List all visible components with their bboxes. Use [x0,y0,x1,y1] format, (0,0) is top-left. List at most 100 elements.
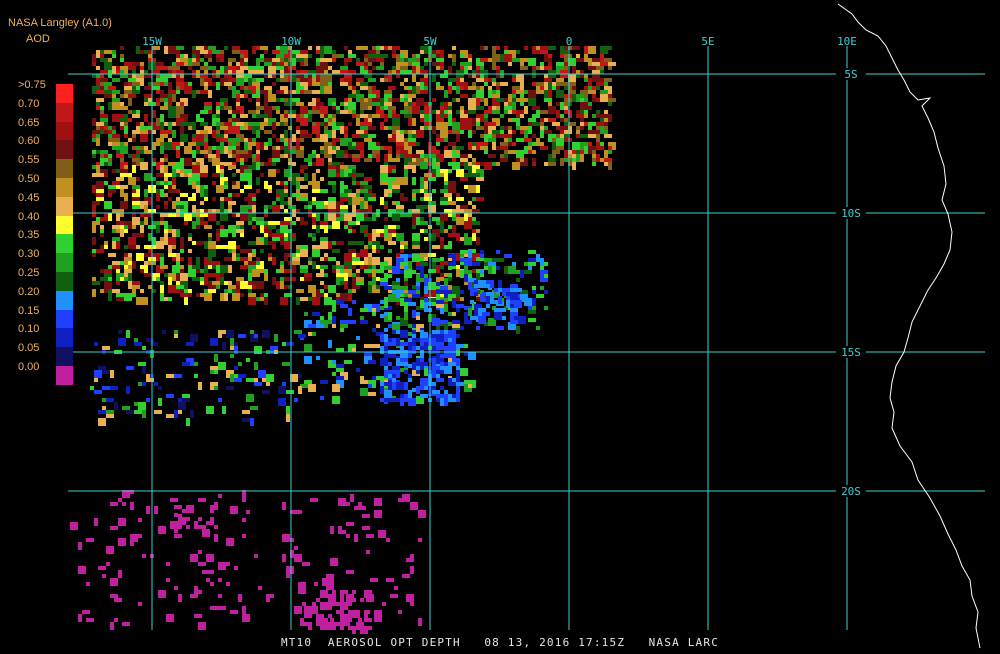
aod-pixel [376,46,380,50]
aod-pixel [376,54,384,58]
aod-pixel [240,126,244,130]
aod-pixel [400,213,404,217]
aod-pixel [116,229,120,233]
aod-pixel [272,50,280,54]
aod-pixel [492,322,496,326]
aod-pixel [272,158,280,162]
aod-pixel [384,312,388,316]
aod-pixel [300,118,304,122]
aod-pixel [452,54,456,62]
aod-pixel [600,126,604,134]
aod-pixel [220,213,228,221]
aod-pixel [456,334,460,338]
aod-pixel [440,378,444,382]
aod-pixel [540,86,544,90]
aod-pixel [516,122,520,126]
aod-pixel [96,165,100,173]
aod-pixel [416,130,424,138]
aod-pixel [248,205,252,209]
aod-pixel [376,66,384,70]
aod-pixel [114,618,118,622]
aod-pixel [180,265,184,269]
aod-pixel [452,324,460,328]
aod-pixel [400,286,408,290]
aod-pixel [356,336,360,340]
legend-swatch [56,234,73,254]
aod-pixel [416,370,420,374]
aod-pixel [528,102,532,106]
aod-pixel [132,130,140,134]
aod-pixel [332,300,336,304]
aod-pixel [314,582,318,586]
aod-pixel [328,66,332,70]
aod-pixel [220,201,224,209]
aod-pixel [572,158,576,162]
aod-pixel [218,362,226,370]
aod-pixel [280,181,284,185]
aod-pixel [212,181,216,185]
aod-pixel [510,308,518,312]
aod-pixel [256,150,260,154]
aod-pixel [372,269,376,277]
aod-pixel [452,118,456,122]
aod-pixel [364,46,368,50]
aod-pixel [508,118,512,122]
aod-pixel [464,185,468,189]
aod-pixel [324,126,328,130]
aod-pixel [490,300,498,304]
aod-pixel [198,517,202,521]
aod-pixel [78,542,82,550]
aod-pixel [236,46,240,50]
aod-pixel [92,237,96,245]
aod-pixel [548,162,556,166]
aod-pixel [192,221,196,229]
aod-pixel [350,494,354,498]
aod-pixel [448,354,456,358]
aod-pixel [348,70,356,74]
aod-pixel [156,90,160,94]
aod-pixel [234,378,242,382]
aod-pixel [492,62,496,70]
aod-pixel [292,98,300,102]
aod-pixel [174,534,182,538]
aod-pixel [552,154,556,158]
aod-pixel [444,245,452,249]
aod-pixel [248,122,252,126]
aod-pixel [100,90,104,94]
aod-pixel [102,370,110,374]
aod-pixel [384,274,392,278]
aod-pixel [392,382,396,390]
aod-pixel [588,134,596,138]
aod-pixel [160,98,164,102]
lat-label: 20S [841,485,861,498]
aod-pixel [312,181,320,189]
aod-pixel [120,173,128,177]
aod-pixel [106,546,114,554]
aod-pixel [496,46,500,50]
aod-pixel [304,78,308,82]
aod-pixel [444,106,448,110]
lon-label: 5W [423,35,437,48]
aod-pixel [448,366,452,370]
aod-pixel [174,374,182,378]
aod-pixel [268,189,272,193]
aod-pixel [282,342,286,346]
aod-pixel [264,181,268,185]
aod-pixel [368,118,372,122]
aod-pixel [182,517,190,521]
aod-pixel [92,185,96,193]
aod-pixel [424,362,428,366]
aod-pixel [110,526,118,530]
aod-pixel [412,154,420,158]
aod-pixel [364,618,372,622]
aod-pixel [470,316,474,320]
aod-pixel [214,354,218,362]
aod-pixel [190,410,194,418]
aod-pixel [384,300,388,308]
aod-pixel [196,58,200,62]
aod-pixel [340,138,348,146]
aod-pixel [256,142,260,150]
aod-pixel [140,289,144,293]
aod-pixel [156,225,160,233]
aod-pixel [122,502,126,506]
